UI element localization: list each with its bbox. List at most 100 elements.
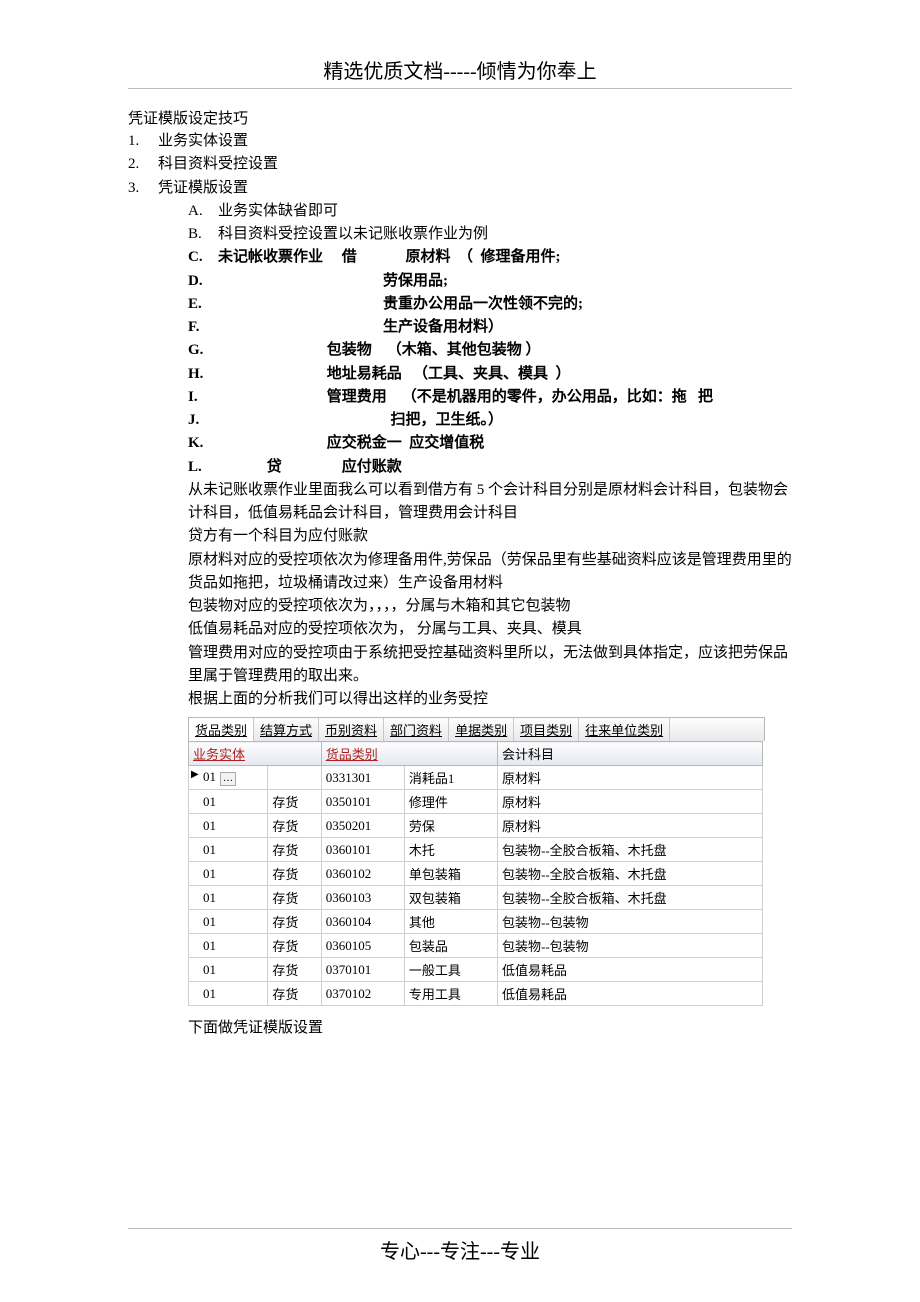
letter-I: I. <box>188 386 218 409</box>
table-row[interactable]: 01存货0360105包装品包装物--包装物 <box>189 934 763 958</box>
page-header: 精选优质文档-----倾情为你奉上 <box>128 55 792 84</box>
sub-text: 未记帐收票作业 借 原材料 （ 修理备用件; <box>218 246 561 269</box>
letter-F: F. <box>188 316 218 339</box>
letter-J: J. <box>188 409 218 432</box>
cell-entity-name[interactable]: 存货 <box>268 958 321 982</box>
analysis-paragraphs: 从未记账收票作业里面我么可以看到借方有 5 个会计科目分别是原材料会计科目，包装… <box>188 479 792 712</box>
cell-goods-code[interactable]: 0370101 <box>321 958 404 982</box>
cell-goods-name[interactable]: 其他 <box>404 910 497 934</box>
numbered-list: 1.业务实体设置 2.科目资料受控设置 3.凭证模版设置 <box>128 130 792 200</box>
tab-project[interactable]: 项目类别 <box>514 718 579 741</box>
cell-goods-code[interactable]: 0360103 <box>321 886 404 910</box>
doc-title: 凭证模版设定技巧 <box>128 107 792 128</box>
ellipsis-button[interactable]: … <box>220 772 236 786</box>
sub-text: 贷 应付账款 <box>218 456 402 479</box>
cell-entity-name[interactable] <box>268 766 321 790</box>
table-row[interactable]: 01存货0360103双包装箱包装物--全胶合板箱、木托盘 <box>189 886 763 910</box>
cell-entity-code[interactable]: 01 <box>189 910 268 934</box>
cell-goods-code[interactable]: 0360104 <box>321 910 404 934</box>
cell-goods-name[interactable]: 劳保 <box>404 814 497 838</box>
col-goods[interactable]: 货品类别 <box>321 742 497 766</box>
cell-account[interactable]: 包装物--全胶合板箱、木托盘 <box>497 862 762 886</box>
tab-settlement[interactable]: 结算方式 <box>254 718 319 741</box>
footer-text: 专心---专注---专业 <box>380 1241 540 1263</box>
cell-goods-code[interactable]: 0350101 <box>321 790 404 814</box>
cell-goods-code[interactable]: 0331301 <box>321 766 404 790</box>
col-account[interactable]: 会计科目 <box>497 742 762 766</box>
cell-entity-name[interactable]: 存货 <box>268 838 321 862</box>
num-item: 科目资料受控设置 <box>158 153 278 176</box>
table-row[interactable]: 01存货0360104其他包装物--包装物 <box>189 910 763 934</box>
num-item: 凭证模版设置 <box>158 177 248 200</box>
tab-partner[interactable]: 往来单位类别 <box>579 718 670 741</box>
table-row[interactable]: 01存货0350101修理件原材料 <box>189 790 763 814</box>
cell-entity-name[interactable]: 存货 <box>268 886 321 910</box>
cell-goods-code[interactable]: 0360105 <box>321 934 404 958</box>
cell-entity-code[interactable]: 01 <box>189 790 268 814</box>
letter-D: D. <box>188 270 218 293</box>
cell-account[interactable]: 包装物--全胶合板箱、木托盘 <box>497 886 762 910</box>
cell-entity-name[interactable]: 存货 <box>268 862 321 886</box>
cell-goods-code[interactable]: 0360101 <box>321 838 404 862</box>
para: 包装物对应的受控项依次为，，，，分属与木箱和其它包装物 <box>188 595 792 618</box>
table-row[interactable]: 01存货0350201劳保原材料 <box>189 814 763 838</box>
cell-entity-code[interactable]: 01 <box>189 814 268 838</box>
table-row[interactable]: 01… 0331301消耗品1原材料 <box>189 766 763 790</box>
cell-entity-name[interactable]: 存货 <box>268 934 321 958</box>
cell-goods-name[interactable]: 包装品 <box>404 934 497 958</box>
para: 低值易耗品对应的受控项依次为， 分属与工具、夹具、模具 <box>188 618 792 641</box>
para: 根据上面的分析我们可以得出这样的业务受控 <box>188 688 792 711</box>
tab-department[interactable]: 部门资料 <box>384 718 449 741</box>
page-footer: 专心---专注---专业 <box>0 1228 920 1264</box>
cell-entity-code[interactable]: 01 <box>189 886 268 910</box>
table-row[interactable]: 01存货0370101一般工具低值易耗品 <box>189 958 763 982</box>
table-row[interactable]: 01存货0360102单包装箱包装物--全胶合板箱、木托盘 <box>189 862 763 886</box>
cell-account[interactable]: 包装物--包装物 <box>497 934 762 958</box>
cell-account[interactable]: 原材料 <box>497 814 762 838</box>
num-2: 2. <box>128 153 158 176</box>
cell-account[interactable]: 包装物--包装物 <box>497 910 762 934</box>
para: 管理费用对应的受控项由于系统把受控基础资料里所以，无法做到具体指定，应该把劳保品… <box>188 642 792 689</box>
cell-entity-code[interactable]: 01 <box>189 982 268 1006</box>
cell-entity-code[interactable]: 01 <box>189 862 268 886</box>
cell-goods-name[interactable]: 消耗品1 <box>404 766 497 790</box>
letter-L: L. <box>188 456 218 479</box>
cell-goods-code[interactable]: 0360102 <box>321 862 404 886</box>
cell-account[interactable]: 低值易耗品 <box>497 982 762 1006</box>
sub-text: 科目资料受控设置以未记账收票作业为例 <box>218 223 488 246</box>
cell-entity-name[interactable]: 存货 <box>268 910 321 934</box>
sub-text: 贵重办公用品一次性领不完的; <box>218 293 583 316</box>
letter-G: G. <box>188 339 218 362</box>
cell-account[interactable]: 低值易耗品 <box>497 958 762 982</box>
tab-goods-category[interactable]: 货品类别 <box>189 718 254 741</box>
cell-account[interactable]: 原材料 <box>497 790 762 814</box>
sub-text: 生产设备用材料） <box>218 316 503 339</box>
cell-entity-code[interactable]: 01 <box>189 934 268 958</box>
cell-entity-name[interactable]: 存货 <box>268 814 321 838</box>
letter-list: A.业务实体缺省即可 B.科目资料受控设置以未记账收票作业为例 C.未记帐收票作… <box>188 200 792 479</box>
tab-doc-type[interactable]: 单据类别 <box>449 718 514 741</box>
cell-goods-name[interactable]: 木托 <box>404 838 497 862</box>
cell-entity-code[interactable]: 01… <box>189 766 268 790</box>
tab-currency[interactable]: 币别资料 <box>319 718 384 741</box>
cell-goods-name[interactable]: 修理件 <box>404 790 497 814</box>
cell-goods-name[interactable]: 单包装箱 <box>404 862 497 886</box>
cell-account[interactable]: 原材料 <box>497 766 762 790</box>
cell-entity-name[interactable]: 存货 <box>268 790 321 814</box>
cell-entity-code[interactable]: 01 <box>189 958 268 982</box>
col-entity[interactable]: 业务实体 <box>189 742 322 766</box>
table-row[interactable]: 01存货0360101木托包装物--全胶合板箱、木托盘 <box>189 838 763 862</box>
cell-entity-name[interactable]: 存货 <box>268 982 321 1006</box>
cell-goods-name[interactable]: 专用工具 <box>404 982 497 1006</box>
screenshot-ui: 货品类别 结算方式 币别资料 部门资料 单据类别 项目类别 往来单位类别 业务实… <box>188 717 792 1006</box>
sub-text: 管理费用 （不是机器用的零件，办公用品，比如：拖 把 <box>218 386 713 409</box>
cell-account[interactable]: 包装物--全胶合板箱、木托盘 <box>497 838 762 862</box>
cell-entity-code[interactable]: 01 <box>189 838 268 862</box>
sub-text: 劳保用品; <box>218 270 448 293</box>
cell-goods-name[interactable]: 一般工具 <box>404 958 497 982</box>
letter-H: H. <box>188 363 218 386</box>
cell-goods-name[interactable]: 双包装箱 <box>404 886 497 910</box>
cell-goods-code[interactable]: 0350201 <box>321 814 404 838</box>
table-row[interactable]: 01存货0370102专用工具低值易耗品 <box>189 982 763 1006</box>
cell-goods-code[interactable]: 0370102 <box>321 982 404 1006</box>
